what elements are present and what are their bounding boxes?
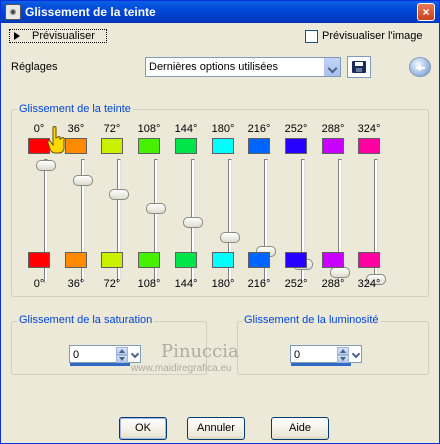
help-button[interactable]: Aide (271, 417, 329, 440)
settings-selected: Dernières options utilisées (149, 61, 279, 73)
hue-bottom-label: 180° (211, 278, 235, 290)
hue-bottom-swatch (248, 252, 270, 268)
hue-bottom-label: 288° (321, 278, 345, 290)
hue-bottom-swatch (65, 252, 87, 268)
chevron-down-icon[interactable] (351, 349, 361, 359)
cancel-button[interactable]: Annuler (187, 417, 245, 440)
hue-top-swatch (358, 138, 380, 154)
hue-group-title: Glissement de la teinte (17, 103, 133, 115)
luminosity-value: 0 (294, 349, 301, 361)
settings-label: Réglages (11, 61, 58, 73)
spinner-arrows[interactable] (116, 347, 128, 363)
saturation-value: 0 (73, 349, 80, 361)
hue-bottom-swatch (138, 252, 160, 268)
play-arrow-icon (14, 32, 20, 40)
hue-top-swatch (138, 138, 160, 154)
saturation-slider-bar[interactable] (70, 363, 130, 366)
settings-dropdown[interactable]: Dernières options utilisées (145, 57, 341, 77)
hue-slider-thumb[interactable] (330, 267, 350, 278)
hue-bottom-label: 36° (67, 278, 85, 290)
hue-top-swatch (65, 138, 87, 154)
dialog-window: Glissement de la teinte × Prévisualiser … (0, 0, 440, 444)
hue-slider-thumb[interactable] (146, 203, 166, 214)
hand-cursor-icon (48, 126, 65, 154)
spin-up-icon[interactable] (337, 347, 349, 355)
watermark-url: www.maidiregrafica.eu (131, 363, 232, 374)
chevron-down-icon[interactable] (130, 349, 140, 359)
spin-down-icon[interactable] (116, 355, 128, 363)
hue-slider-thumb[interactable] (36, 160, 56, 171)
hue-top-swatch (212, 138, 234, 154)
hue-bottom-swatch (101, 252, 123, 268)
hue-top-swatch (175, 138, 197, 154)
hue-top-swatch (248, 138, 270, 154)
saturation-spinner[interactable]: 0 (69, 345, 141, 366)
hue-top-swatch (28, 138, 50, 154)
hue-top-label: 324° (357, 123, 381, 135)
hue-top-swatch (322, 138, 344, 154)
luminosity-group-title: Glissement de la luminosité (242, 314, 381, 326)
window-title: Glissement de la teinte (25, 5, 156, 19)
hue-top-label: 252° (284, 123, 308, 135)
app-icon (5, 4, 21, 20)
hue-top-swatch (285, 138, 307, 154)
reset-default-button[interactable] (409, 57, 431, 77)
hue-top-swatch (101, 138, 123, 154)
spin-up-icon[interactable] (116, 347, 128, 355)
luminosity-spinner[interactable]: 0 (290, 345, 362, 366)
hue-bottom-label: 72° (103, 278, 121, 290)
chevron-down-icon[interactable] (324, 58, 340, 76)
preview-image-label: Prévisualiser l'image (322, 30, 423, 42)
hue-bottom-label: 108° (137, 278, 161, 290)
hue-bottom-swatch (212, 252, 234, 268)
hue-top-label: 108° (137, 123, 161, 135)
close-button[interactable]: × (417, 3, 435, 21)
preview-image-checkbox[interactable] (305, 30, 318, 43)
hue-bottom-swatch (28, 252, 50, 268)
luminosity-slider-bar[interactable] (291, 363, 351, 366)
hue-slider-thumb[interactable] (109, 189, 129, 200)
hue-top-label: 72° (103, 123, 121, 135)
hue-slider-thumb[interactable] (183, 217, 203, 228)
spin-down-icon[interactable] (337, 355, 349, 363)
hue-slider-thumb[interactable] (220, 232, 240, 243)
floppy-disk-icon (352, 61, 366, 73)
hue-bottom-label: 144° (174, 278, 198, 290)
hue-slider-thumb[interactable] (73, 175, 93, 186)
hue-bottom-label: 216° (247, 278, 271, 290)
hue-bottom-swatch (285, 252, 307, 268)
hue-bottom-label: 324° (357, 278, 381, 290)
hue-top-label: 180° (211, 123, 235, 135)
hue-bottom-label: 252° (284, 278, 308, 290)
hue-bottom-label: 0° (33, 278, 45, 290)
hue-bottom-swatch (175, 252, 197, 268)
save-settings-button[interactable] (347, 56, 371, 78)
hue-top-label: 216° (247, 123, 271, 135)
spinner-arrows[interactable] (337, 347, 349, 363)
title-bar: Glissement de la teinte × (1, 1, 439, 23)
preview-button[interactable]: Prévisualiser (9, 29, 107, 43)
hue-top-label: 288° (321, 123, 345, 135)
saturation-group-title: Glissement de la saturation (17, 314, 155, 326)
preview-button-label: Prévisualiser (32, 30, 95, 42)
watermark-name: Pinuccia (161, 341, 239, 362)
hue-bottom-swatch (358, 252, 380, 268)
hue-bottom-swatch (322, 252, 344, 268)
ok-button[interactable]: OK (119, 417, 167, 440)
hue-top-label: 144° (174, 123, 198, 135)
